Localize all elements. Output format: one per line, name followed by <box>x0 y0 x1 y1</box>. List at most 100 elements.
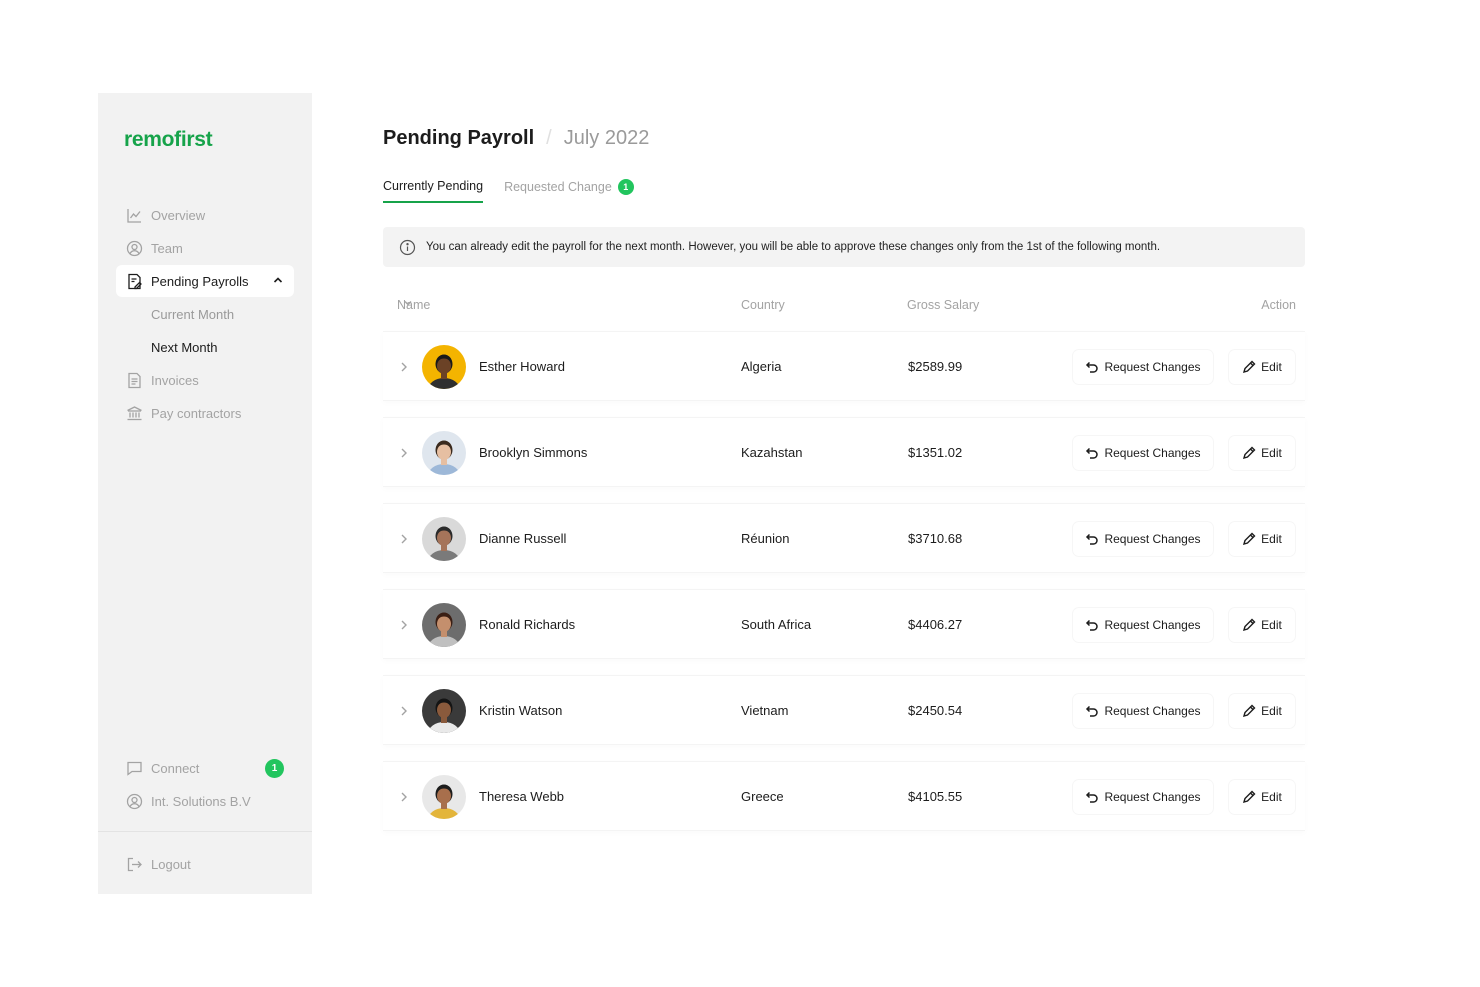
notification-badge: 1 <box>265 759 284 778</box>
document-pen-icon <box>126 273 143 290</box>
table-row: Theresa Webb Greece $4105.55 Request Cha… <box>383 761 1305 831</box>
sidebar-item-connect[interactable]: Connect 1 <box>116 752 294 785</box>
employee-gross-salary: $3710.68 <box>908 531 963 546</box>
tab-requested-change[interactable]: Requested Change 1 <box>504 179 634 203</box>
tab-currently-pending[interactable]: Currently Pending <box>383 179 484 203</box>
employee-name[interactable]: Kristin Watson <box>479 703 562 718</box>
sidebar-item-label: Pending Payrolls <box>151 273 249 289</box>
sidebar-item-pending-payrolls[interactable]: Pending Payrolls <box>116 265 294 297</box>
sidebar-item-label: Pay contractors <box>151 406 242 421</box>
edit-button[interactable]: Edit <box>1229 608 1295 642</box>
sidebar-item-invoices[interactable]: Invoices <box>116 364 294 397</box>
chevron-right-icon[interactable] <box>399 532 409 546</box>
request-changes-label: Request Changes <box>1104 704 1201 718</box>
sidebar-item-label: Connect <box>151 761 200 776</box>
info-icon <box>399 239 416 256</box>
sidebar-item-team[interactable]: Team <box>116 232 294 265</box>
chat-icon <box>126 760 143 777</box>
logout-label: Logout <box>151 857 191 872</box>
brand-logo[interactable]: remofirst <box>124 128 213 152</box>
employee-name[interactable]: Brooklyn Simmons <box>479 445 587 460</box>
avatar <box>422 517 466 561</box>
sidebar-bottom: Connect 1 Int. Solutions B.V <box>116 752 294 818</box>
sidebar-divider <box>98 831 312 832</box>
undo-icon <box>1085 790 1099 804</box>
employee-country: Algeria <box>741 359 782 374</box>
request-changes-label: Request Changes <box>1104 446 1201 460</box>
chevron-up-icon[interactable] <box>272 274 284 289</box>
request-changes-button[interactable]: Request Changes <box>1073 350 1213 384</box>
chevron-down-icon <box>403 298 413 308</box>
pencil-icon <box>1242 446 1256 460</box>
table-row: Brooklyn Simmons Kazahstan $1351.02 Requ… <box>383 417 1305 487</box>
undo-icon <box>1085 446 1099 460</box>
payroll-table-body: Esther Howard Algeria $2589.99 Request C… <box>383 331 1305 847</box>
edit-button[interactable]: Edit <box>1229 436 1295 470</box>
edit-label: Edit <box>1261 446 1282 460</box>
sidebar-item-account[interactable]: Int. Solutions B.V <box>116 785 294 818</box>
employee-name[interactable]: Theresa Webb <box>479 789 564 804</box>
sidebar-item-pay-contractors[interactable]: Pay contractors <box>116 397 294 430</box>
pencil-icon <box>1242 618 1256 632</box>
employee-gross-salary: $1351.02 <box>908 445 963 460</box>
sidebar-nav: Overview Team Pending Payrolls Current M… <box>116 199 294 430</box>
sidebar-item-overview[interactable]: Overview <box>116 199 294 232</box>
edit-button[interactable]: Edit <box>1229 350 1295 384</box>
table-row: Kristin Watson Vietnam $2450.54 Request … <box>383 675 1305 745</box>
edit-button[interactable]: Edit <box>1229 522 1295 556</box>
employee-gross-salary: $2589.99 <box>908 359 963 374</box>
column-header-action: Action <box>1261 298 1296 312</box>
request-changes-button[interactable]: Request Changes <box>1073 436 1213 470</box>
edit-label: Edit <box>1261 360 1282 374</box>
page-subtitle: July 2022 <box>563 127 650 149</box>
request-changes-button[interactable]: Request Changes <box>1073 522 1213 556</box>
employee-country: Kazahstan <box>741 445 803 460</box>
table-header: Name Country Gross Salary Action <box>383 298 1305 314</box>
request-changes-label: Request Changes <box>1104 790 1201 804</box>
avatar <box>422 689 466 733</box>
pencil-icon <box>1242 360 1256 374</box>
info-banner: You can already edit the payroll for the… <box>383 227 1305 267</box>
invoice-icon <box>126 372 143 389</box>
chevron-right-icon[interactable] <box>399 618 409 632</box>
employee-country: Vietnam <box>741 703 789 718</box>
undo-icon <box>1085 704 1099 718</box>
request-changes-label: Request Changes <box>1104 618 1201 632</box>
tab-bar: Currently Pending Requested Change 1 <box>383 179 655 203</box>
employee-name[interactable]: Dianne Russell <box>479 531 566 546</box>
edit-button[interactable]: Edit <box>1229 694 1295 728</box>
logout-button[interactable]: Logout <box>116 848 294 881</box>
undo-icon <box>1085 618 1099 632</box>
request-changes-button[interactable]: Request Changes <box>1073 694 1213 728</box>
edit-button[interactable]: Edit <box>1229 780 1295 814</box>
logout-section: Logout <box>116 848 294 881</box>
chevron-right-icon[interactable] <box>399 704 409 718</box>
request-changes-label: Request Changes <box>1104 360 1201 374</box>
user-circle-icon <box>126 240 143 257</box>
employee-name[interactable]: Esther Howard <box>479 359 565 374</box>
chevron-right-icon[interactable] <box>399 790 409 804</box>
avatar <box>422 431 466 475</box>
chevron-right-icon[interactable] <box>399 360 409 374</box>
user-circle-icon <box>126 793 143 810</box>
tab-badge: 1 <box>617 179 634 195</box>
sidebar-subitem-current-month[interactable]: Current Month <box>116 298 294 331</box>
request-changes-button[interactable]: Request Changes <box>1073 780 1213 814</box>
employee-gross-salary: $4105.55 <box>908 789 963 804</box>
sidebar-subitem-next-month[interactable]: Next Month <box>116 331 294 364</box>
title-separator: / <box>546 127 552 149</box>
bank-icon <box>126 405 143 422</box>
chevron-right-icon[interactable] <box>399 446 409 460</box>
employee-name[interactable]: Ronald Richards <box>479 617 575 632</box>
edit-label: Edit <box>1261 704 1282 718</box>
employee-country: South Africa <box>741 617 812 632</box>
sidebar: remofirst Overview Team Pending Payrolls… <box>98 93 312 894</box>
avatar <box>422 775 466 819</box>
sidebar-item-label: Invoices <box>151 373 199 388</box>
pencil-icon <box>1242 704 1256 718</box>
request-changes-label: Request Changes <box>1104 532 1201 546</box>
request-changes-button[interactable]: Request Changes <box>1073 608 1213 642</box>
table-row: Esther Howard Algeria $2589.99 Request C… <box>383 331 1305 401</box>
edit-label: Edit <box>1261 790 1282 804</box>
tab-label: Requested Change <box>504 180 612 194</box>
